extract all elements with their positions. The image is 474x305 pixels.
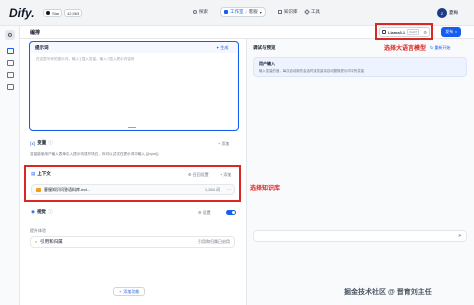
dataset-item[interactable]: 客服知识问答语料库.md... 1,284 词 ⋯ [31,184,235,195]
model-tag: CHAT [407,29,420,35]
vision-toggle[interactable] [226,210,236,215]
citation-status: 引用和归属已启用 [198,239,230,244]
features-section-label: 提升体验 [30,228,46,233]
info-icon: ⓘ [48,140,53,145]
chat-input[interactable]: ➤ [253,230,467,242]
recall-settings-label: 召回设置 [192,172,209,177]
add-context-label: 添加 [223,172,232,177]
user-avatar[interactable]: Z [437,8,447,18]
star-count-text: 42,963 [67,10,80,16]
settings-icon[interactable]: ⚙ [423,30,427,35]
prompt-card[interactable]: 提示词 ✦ 生成 在这里写你的提示词，输入'{'插入变量、输入'/'插入提示内容… [29,41,239,131]
publish-button[interactable]: 发布 ▾ [441,27,461,37]
dataset-meta: 1,284 词 [204,186,220,192]
variable-icon: {x} [30,140,36,146]
vision-label: 视觉 [36,209,46,214]
resize-handle[interactable] [128,127,136,128]
github-star-button[interactable]: Star [43,9,63,17]
info-icon: ⓘ [47,209,53,214]
nav-tools-label: 工具 [311,9,320,14]
debug-panel [247,39,474,305]
model-icon [382,30,386,34]
refresh-icon: ↻ [430,45,434,50]
user-input-card: 用户输入 输入变量的值，每次启动新的会话时该变量将自动替换提示词中的变量 [253,57,467,77]
vision-settings-button[interactable]: ⚙ 设置 [198,210,211,216]
vision-settings-label: 设置 [202,210,211,215]
citation-feature[interactable]: ❝ 引用和归属 引用和归属已启用 [30,236,235,248]
chevron-down-icon: ▾ [259,9,262,15]
sparkle-icon: ✦ [216,45,220,50]
prompt-textarea[interactable]: 在这里写你的提示词，输入'{'插入变量、输入'/'插入提示内容块 [31,53,237,129]
model-annotation: 选择大语言模型 [384,46,427,52]
plus-icon: + [119,289,122,294]
star-count: 42,963 [64,9,83,17]
grid-icon [224,10,228,14]
chevron-down-icon: ▾ [455,30,457,34]
app-icon[interactable]: ⚙ [5,30,15,40]
nav-explore-label: 探索 [199,9,208,14]
left-rail: ⚙ [0,26,20,305]
dataset-name: 客服知识问答语料库.md... [44,186,91,192]
model-name: Llama3.1 [388,29,406,35]
model-selector[interactable]: Llama3.1 CHAT ⚙ [379,27,430,37]
debug-title: 调试与预览 [253,45,276,50]
nav-knowledge[interactable]: 知识库 [278,9,298,15]
monitor-icon[interactable] [7,84,14,90]
add-feature-label: 添加功能 [123,288,140,294]
folder-icon [36,187,41,192]
generate-label: 生成 [220,45,229,50]
restart-label: 重新开始 [434,45,451,50]
prompt-label: 提示词 [35,45,49,50]
workspace-separator: / [245,9,247,15]
add-variable-label: 添加 [221,141,230,146]
logs-icon[interactable] [7,72,14,78]
compass-icon [193,10,197,14]
watermark: 掘金技术社区 @ 晋育刘主任 [344,289,432,296]
add-variable-button[interactable]: + 添加 [218,141,229,147]
prompt-placeholder: 在这里写你的提示词，输入'{'插入变量、输入'/'插入提示内容块 [36,57,135,61]
send-icon[interactable]: ➤ [458,233,462,239]
nav-tools[interactable]: 工具 [304,9,320,15]
variables-header: {x} 变量 ⓘ [30,140,53,146]
user-input-hint: 输入变量的值，每次启动新的会话时该变量将自动替换提示词中的变量 [259,69,365,73]
citation-label: 引用和归属 [40,239,63,244]
plus-icon: + [218,141,221,146]
publish-label: 发布 [445,29,454,34]
knowledge-annotation: 选择知识库 [250,186,281,192]
api-icon[interactable] [7,60,14,66]
add-feature-button[interactable]: + 添加功能 [113,287,146,296]
recall-settings-button[interactable]: ⚙ 召回设置 [188,172,209,178]
add-context-button[interactable]: + 添加 [220,172,231,178]
star-label: Star [52,10,60,16]
github-icon [46,11,50,15]
workspace-label[interactable]: 客服 [249,9,258,15]
document-icon: ▤ [31,171,36,176]
avatar-initial: Z [440,10,444,16]
nav-explore[interactable]: 探索 [193,9,208,15]
plus-icon: + [220,172,223,177]
user-input-title: 用户输入 [259,61,275,66]
restart-button[interactable]: ↻ 重新开始 [430,45,450,51]
vision-header: ◉ 视觉 ⓘ [31,209,52,215]
quote-icon: ❝ [35,239,38,245]
gear-icon: ⚙ [198,210,202,215]
variables-description: 变量能使用户输入表单引入提示词或开场白，你可以试试在提示词中输入 {{input… [30,152,159,156]
wrench-icon [304,9,310,15]
nav-studio[interactable]: 工作室 / 客服 ▾ [220,7,266,17]
context-label: 上下文 [37,171,51,176]
user-name[interactable]: 夏梅 [449,10,458,16]
more-icon[interactable]: ⋯ [227,187,231,192]
variables-label: 变量 [37,140,47,145]
nav-studio-label: 工作室 [230,9,244,14]
nav-knowledge-label: 知识库 [284,9,298,14]
eye-icon: ◉ [31,209,35,214]
sliders-icon: ⚙ [188,172,192,177]
context-header: ▤ 上下文 [31,171,51,177]
editor-title: 编排 [30,30,41,36]
book-icon [278,10,282,14]
dify-logo[interactable]: Dify. [9,6,35,20]
generate-button[interactable]: ✦ 生成 [216,45,228,51]
orchestrate-icon[interactable] [7,48,14,54]
